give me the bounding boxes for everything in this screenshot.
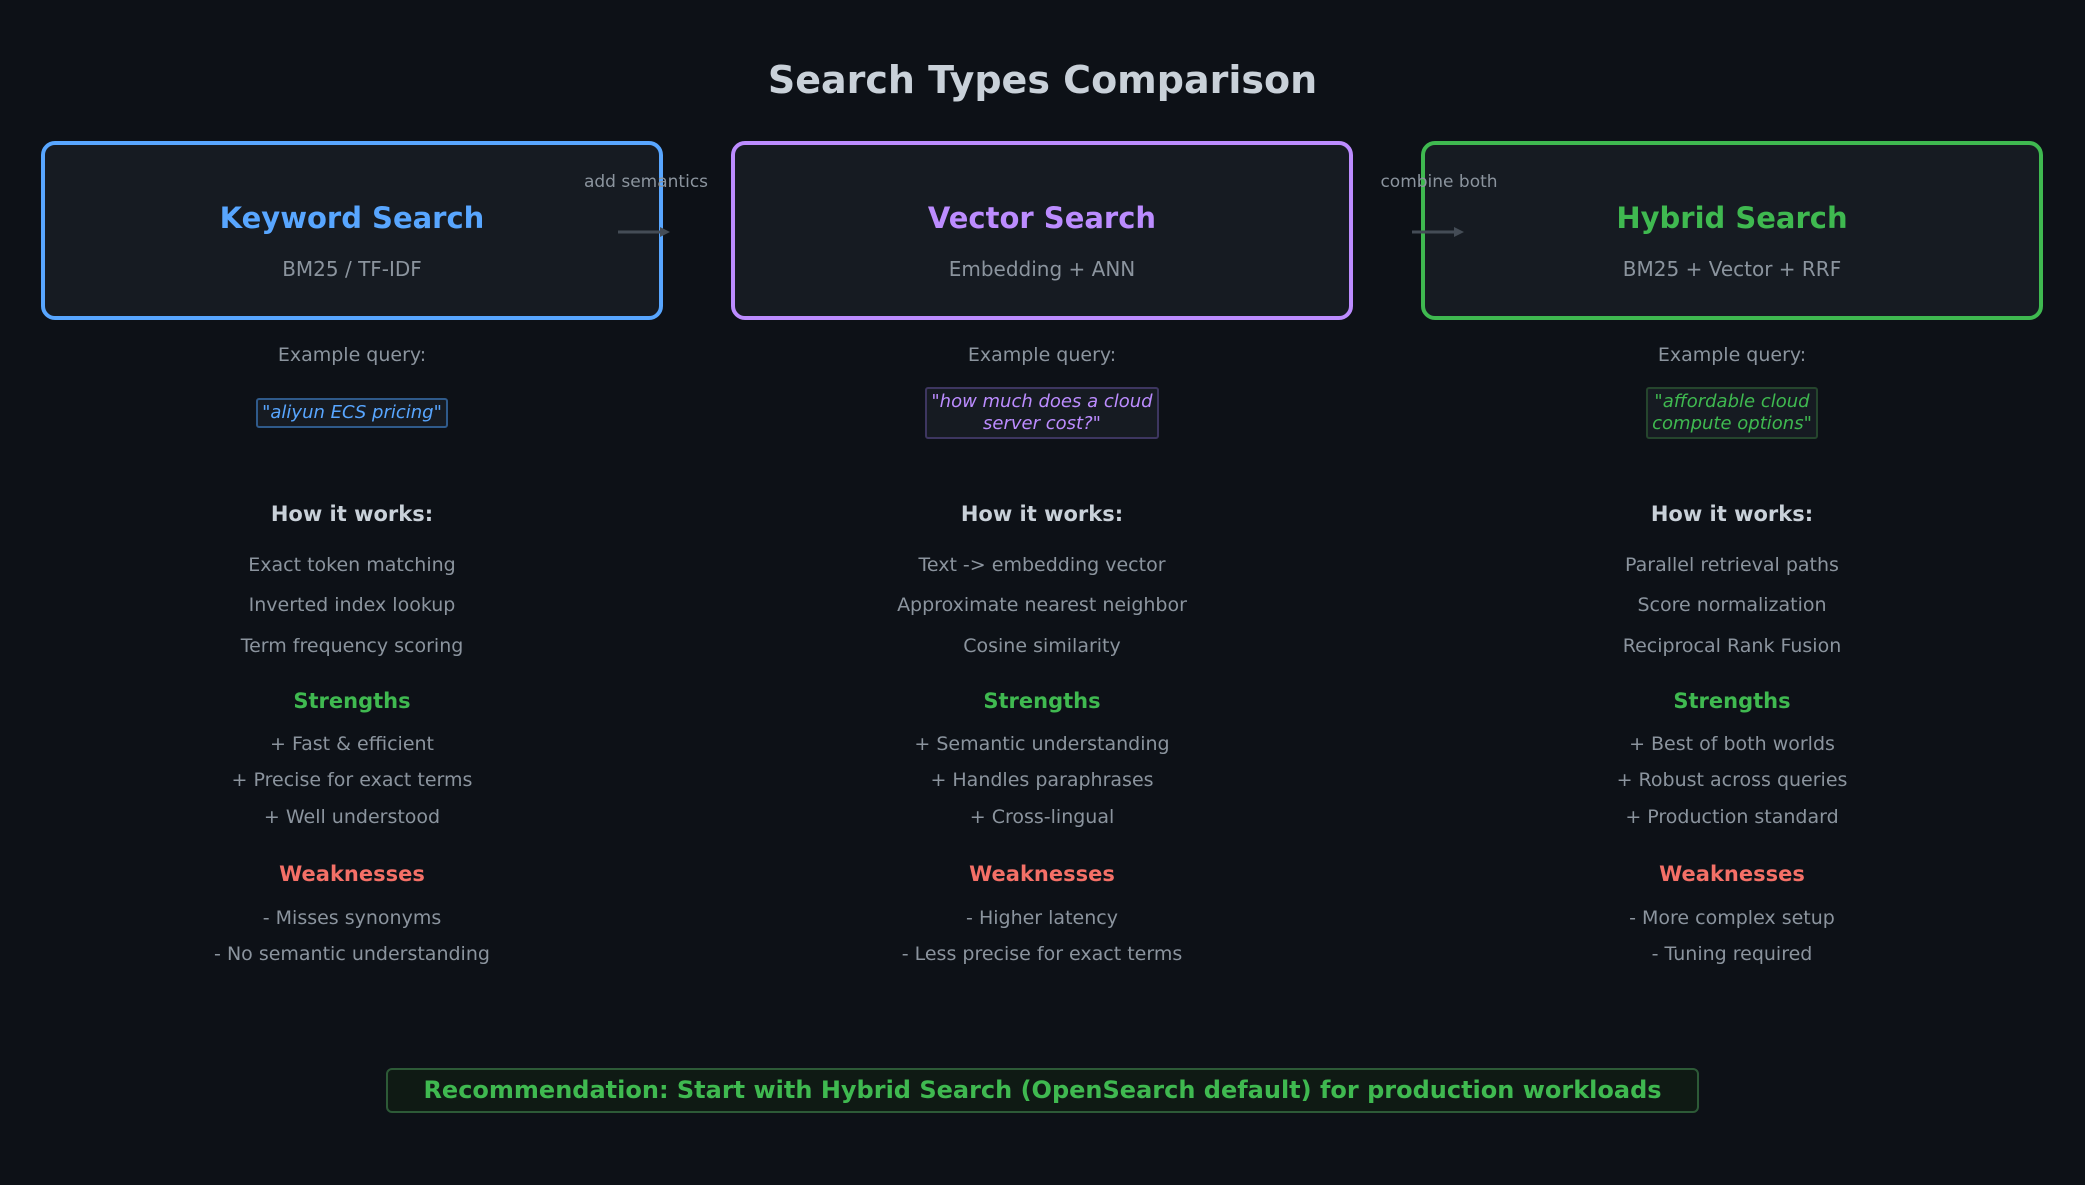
keyword-search-card: Keyword Search BM25 / TF-IDF <box>41 141 663 320</box>
weakness-item: - Higher latency <box>966 907 1118 929</box>
how-item: Term frequency scoring <box>240 635 464 657</box>
arrow-label-add-semantics: add semantics <box>583 172 709 192</box>
how-item: Parallel retrieval paths <box>1625 554 1839 576</box>
strength-item: + Fast & efficient <box>270 733 434 755</box>
strength-item: + Robust across queries <box>1616 769 1848 791</box>
how-it-works-heading: How it works: <box>270 502 434 526</box>
how-item: Score normalization <box>1637 594 1827 616</box>
how-item: Cosine similarity <box>963 635 1121 657</box>
weaknesses-heading: Weaknesses <box>279 862 425 886</box>
strengths-heading: Strengths <box>293 689 411 713</box>
how-item: Inverted index lookup <box>248 594 456 616</box>
weakness-item: - More complex setup <box>1629 907 1835 929</box>
strengths-heading: Strengths <box>983 689 1101 713</box>
weaknesses-heading: Weaknesses <box>1659 862 1805 886</box>
strength-item: + Cross-lingual <box>969 806 1115 828</box>
card-subtitle: Embedding + ANN <box>948 257 1136 281</box>
strength-item: + Best of both worlds <box>1629 733 1835 755</box>
vector-search-card: Vector Search Embedding + ANN <box>731 141 1353 320</box>
example-query-line: server cost?" <box>983 413 1101 434</box>
how-item: Approximate nearest neighbor <box>897 594 1187 616</box>
arrow-label-combine-both: combine both <box>1380 172 1498 192</box>
hybrid-search-card: Hybrid Search BM25 + Vector + RRF <box>1421 141 2043 320</box>
how-item: Text -> embedding vector <box>918 554 1166 576</box>
example-query-line: "how much does a cloud <box>931 391 1153 412</box>
how-item: Exact token matching <box>248 554 456 576</box>
example-query-line: compute options" <box>1652 413 1812 434</box>
hybrid-search-column: Hybrid Search BM25 + Vector + RRF Exampl… <box>1421 141 2043 965</box>
card-title: Hybrid Search <box>1616 201 1848 235</box>
weakness-item: - Less precise for exact terms <box>901 943 1183 965</box>
weakness-item: - Tuning required <box>1651 943 1813 965</box>
vector-search-column: Vector Search Embedding + ANN Example qu… <box>731 141 1353 965</box>
strengths-heading: Strengths <box>1673 689 1791 713</box>
card-subtitle: BM25 / TF-IDF <box>282 257 422 281</box>
how-it-works-heading: How it works: <box>960 502 1124 526</box>
strength-item: + Well understood <box>263 806 441 828</box>
strength-item: + Handles paraphrases <box>930 769 1154 791</box>
card-subtitle: BM25 + Vector + RRF <box>1622 257 1842 281</box>
example-query: "how much does a cloud server cost?" <box>925 387 1159 439</box>
example-query-label: Example query: <box>967 344 1117 366</box>
card-title: Keyword Search <box>219 201 485 235</box>
example-query-label: Example query: <box>1657 344 1807 366</box>
example-query: "affordable cloud compute options" <box>1646 387 1818 439</box>
weakness-item: - No semantic understanding <box>214 943 490 965</box>
recommendation-banner: Recommendation: Start with Hybrid Search… <box>386 1068 1699 1113</box>
keyword-search-column: Keyword Search BM25 / TF-IDF Example que… <box>41 141 663 965</box>
arrow-right-icon <box>1412 227 1464 237</box>
how-it-works-heading: How it works: <box>1650 502 1814 526</box>
strength-item: + Production standard <box>1625 806 1839 828</box>
weakness-item: - Misses synonyms <box>262 907 442 929</box>
strength-item: + Precise for exact terms <box>231 769 473 791</box>
strength-item: + Semantic understanding <box>914 733 1170 755</box>
weaknesses-heading: Weaknesses <box>969 862 1115 886</box>
page-title: Search Types Comparison <box>767 58 1318 102</box>
example-query: "aliyun ECS pricing" <box>256 398 448 428</box>
example-query-line: "affordable cloud <box>1654 391 1810 412</box>
example-query-label: Example query: <box>277 344 427 366</box>
arrow-right-icon <box>618 227 670 237</box>
card-title: Vector Search <box>927 201 1157 235</box>
how-item: Reciprocal Rank Fusion <box>1622 635 1842 657</box>
